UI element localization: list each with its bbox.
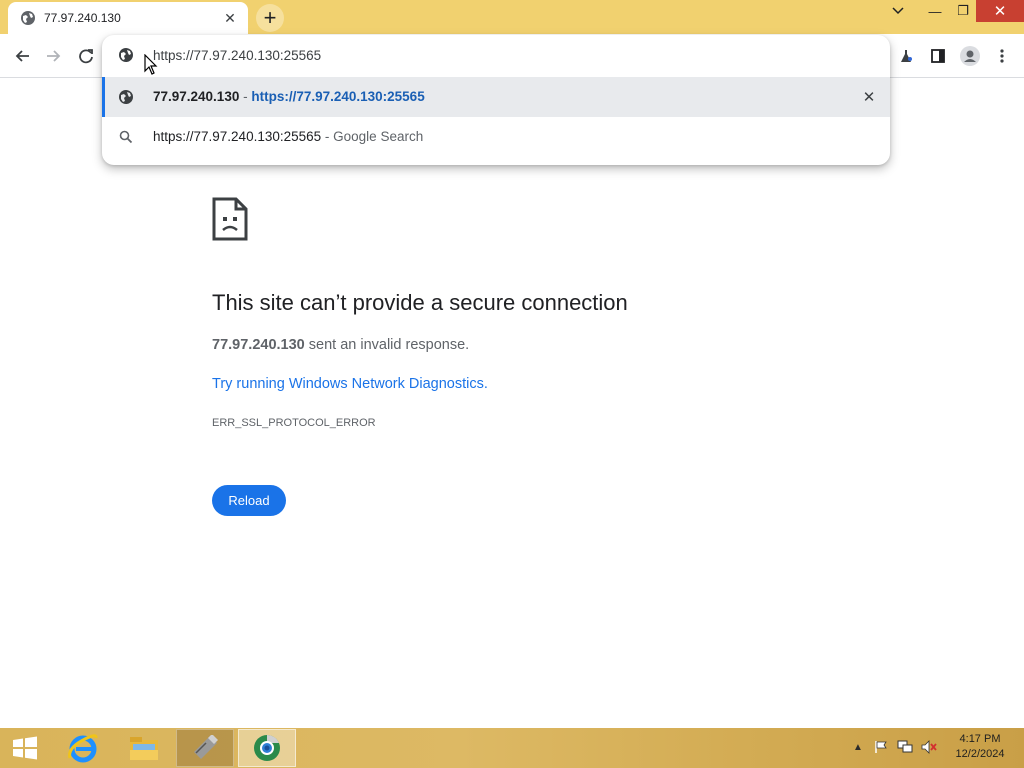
- network-icon[interactable]: [896, 738, 914, 756]
- back-button[interactable]: [8, 42, 36, 70]
- tab-close-icon[interactable]: ✕: [222, 10, 238, 26]
- suggestion-title: 77.97.240.130: [153, 89, 240, 104]
- reload-toolbar-button[interactable]: [72, 42, 100, 70]
- suggestion-query: https://77.97.240.130:25565: [153, 129, 322, 144]
- reload-button[interactable]: Reload: [212, 485, 286, 516]
- show-hidden-icons-chevron-icon[interactable]: ▲: [849, 738, 867, 756]
- site-info-globe-icon[interactable]: [118, 47, 134, 63]
- file-explorer-icon: [130, 737, 158, 760]
- clock-time: 4:17 PM: [959, 733, 1001, 745]
- volume-muted-icon[interactable]: [920, 738, 938, 756]
- search-icon: [118, 129, 134, 145]
- taskbar-internet-explorer[interactable]: [54, 729, 112, 767]
- error-title: This site can’t provide a secure connect…: [212, 290, 628, 315]
- suggestion-url: https://77.97.240.130:25565: [251, 89, 425, 104]
- tab-search-chevron-icon[interactable]: [884, 0, 912, 22]
- suggestion-row-search[interactable]: https://77.97.240.130:25565 - Google Sea…: [102, 117, 890, 157]
- error-message-text: sent an invalid response.: [304, 337, 470, 353]
- browser-titlebar: 77.97.240.130 ✕ + — ❐ ✕: [0, 0, 1024, 34]
- profile-button[interactable]: [956, 42, 984, 70]
- taskbar-chrome[interactable]: [238, 729, 296, 767]
- back-arrow-icon: [15, 50, 29, 62]
- avatar-icon: [960, 46, 980, 66]
- suggestion-separator: -: [321, 129, 334, 144]
- tab-title: 77.97.240.130: [44, 11, 121, 25]
- extension-puzzle-icon: [901, 50, 912, 62]
- side-panel-icon: [931, 49, 945, 63]
- mouse-cursor-icon: [144, 54, 158, 75]
- network-diagnostics-link[interactable]: Try running Windows Network Diagnostics.: [212, 376, 488, 392]
- suggestion-text: https://77.97.240.130:25565 - Google Sea…: [153, 129, 423, 144]
- error-message: 77.97.240.130 sent an invalid response.: [212, 337, 469, 353]
- error-code: ERR_SSL_PROTOCOL_ERROR: [212, 417, 376, 429]
- maximize-button[interactable]: ❐: [950, 0, 976, 22]
- remove-suggestion-icon[interactable]: ✕: [861, 89, 877, 106]
- suggestion-text: 77.97.240.130 - https://77.97.240.130:25…: [153, 89, 425, 104]
- new-tab-button[interactable]: +: [256, 4, 284, 32]
- taskbar: ▲ 4:17 PM 12/2/2024: [0, 728, 1024, 768]
- suggestion-description: Google Search: [333, 129, 424, 144]
- taskbar-file-explorer[interactable]: [115, 729, 173, 767]
- side-panel-button[interactable]: [924, 42, 952, 70]
- omnibox-input-row: [102, 35, 890, 75]
- more-vert-icon: [1000, 49, 1004, 63]
- close-window-button[interactable]: ✕: [976, 0, 1024, 22]
- clock-date: 12/2/2024: [955, 748, 1005, 760]
- suggestion-separator: -: [239, 89, 252, 104]
- taskbar-usb-app[interactable]: [176, 729, 234, 767]
- extensions-button[interactable]: [892, 42, 920, 70]
- start-button[interactable]: [0, 729, 50, 767]
- menu-button[interactable]: [988, 42, 1016, 70]
- error-host: 77.97.240.130: [212, 337, 305, 353]
- forward-arrow-icon: [47, 50, 61, 62]
- minimize-button[interactable]: —: [920, 0, 950, 22]
- browser-tab[interactable]: 77.97.240.130 ✕: [8, 2, 248, 34]
- internet-explorer-icon: [68, 734, 98, 763]
- suggestion-row-history[interactable]: 77.97.240.130 - https://77.97.240.130:25…: [102, 77, 890, 117]
- globe-icon: [21, 11, 35, 25]
- action-center-flag-icon[interactable]: [872, 738, 890, 756]
- usb-drive-icon: [194, 735, 218, 759]
- forward-button[interactable]: [40, 42, 68, 70]
- reload-icon: [79, 49, 93, 64]
- system-clock[interactable]: 4:17 PM 12/2/2024: [944, 732, 1016, 762]
- start-icon: [13, 736, 37, 760]
- globe-icon: [118, 89, 134, 105]
- sad-page-icon: [212, 197, 248, 241]
- omnibox-dropdown: 77.97.240.130 - https://77.97.240.130:25…: [102, 35, 890, 165]
- chrome-app-icon: [254, 735, 280, 761]
- address-bar-input[interactable]: [153, 44, 853, 66]
